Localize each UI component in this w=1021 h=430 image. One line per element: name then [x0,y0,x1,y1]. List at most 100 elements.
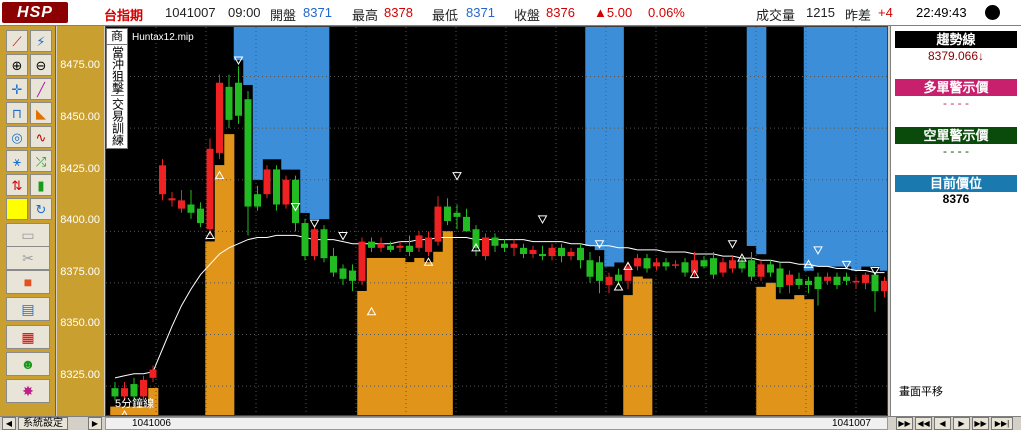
rewind-icon[interactable]: ◀◀ [915,417,932,430]
short-alert-value: - - - - [943,144,969,158]
pen-icon[interactable]: ◣ [30,102,52,124]
candle-body [814,276,822,290]
system-settings-button[interactable]: 系統設定 [18,417,68,430]
short-zone [594,27,605,251]
candle-body [520,247,527,255]
side-tabs: 商 當沖狙擊 交易訓練 [106,28,128,149]
candle-body [700,260,708,267]
zoom-out-icon[interactable]: ⊖ [30,54,52,76]
candle-body [615,274,622,281]
up-down-arrows-icon[interactable]: ⇅ [6,174,28,196]
short-zone [604,27,615,267]
candle-body [586,260,594,277]
symbol-name[interactable]: 台指期 [104,5,143,24]
candle-body [358,241,366,281]
scissors-icon[interactable]: ✂ [6,246,50,270]
close-icon[interactable] [985,5,1000,20]
candle-body [225,86,233,120]
scroll-left-icon[interactable]: ◀ [2,417,16,430]
refresh-icon[interactable]: ↻ [30,198,52,220]
long-zone [765,282,776,415]
line-tool-icon[interactable]: ╱ [30,78,52,100]
candle-body [368,241,375,248]
app-logo: HSP [2,2,68,23]
short-zone [870,27,881,267]
long-zone [623,295,634,415]
tab-trade-training[interactable]: 交易訓練 [111,96,125,148]
low-value: 8371 [466,5,495,20]
step-forward-icon[interactable]: ▶ [953,417,970,430]
candlestick-chart[interactable] [105,26,888,416]
quote-date: 1041007 [165,5,216,20]
candle-body [786,274,793,285]
end-date: 1041007 [832,418,871,429]
candle-body [805,280,812,285]
candle-body [463,216,470,232]
candle-body [301,223,309,257]
color-swatch-icon[interactable] [6,198,28,220]
cross-arrows-icon[interactable]: ⤮ [30,150,52,172]
quote-bar: HSP 台指期 1041007 09:00 開盤 8371 最高 8378 最低… [0,0,1021,26]
candle-body [235,82,242,116]
candle-body [558,247,565,257]
chart-grid-icon[interactable]: ⚹ [6,150,28,172]
y-tick: 8400.00 [60,214,100,226]
trendline-tool-icon[interactable]: ⟋ [6,30,28,52]
window-icon[interactable]: ▤ [6,297,50,321]
candle-body [425,237,432,252]
lock-icon[interactable]: ⊓ [6,102,28,124]
last-page-icon[interactable]: ▶▶| [991,417,1013,430]
short-zone [585,27,596,246]
candle-body [624,266,632,281]
short-zone [613,27,624,263]
candle-body [681,262,689,273]
tab-daytrade-sniper[interactable]: 當沖狙擊 [110,45,125,96]
long-zone [357,290,368,415]
crosshair-icon[interactable]: ✛ [6,78,28,100]
wave-tool-icon[interactable]: ∿ [30,126,52,148]
trend-value: 8379.066↓ [927,49,985,63]
folder-icon[interactable]: ▭ [6,223,50,247]
current-price-label: 目前價位 [895,175,1017,192]
fast-forward-icon[interactable]: ▶▶ [972,417,989,430]
indicator-filename: Huntax12.mip [132,32,194,43]
first-page-icon[interactable]: ▶▶ [896,417,913,430]
candle-body [159,165,166,195]
candle-body [852,280,860,283]
fibonacci-tool-icon[interactable]: ⚡ [30,30,52,52]
short-zone [300,27,311,213]
star-burst-icon[interactable]: ✸ [6,379,50,403]
long-zone [756,286,767,415]
y-tick: 8450.00 [60,111,100,123]
chart-canvas[interactable] [106,27,887,415]
candle-body [216,82,223,153]
pan-note: 畫面平移 [899,386,943,398]
candle-body [757,264,765,277]
candle-body [738,262,746,269]
price-axis: 8475.00 8450.00 8425.00 8400.00 8375.00 … [57,26,104,416]
short-zone [252,27,263,180]
step-back-icon[interactable]: ◀ [934,417,951,430]
candle-body [254,194,261,207]
candle-body [710,258,717,275]
scroll-right-icon[interactable]: ▶ [88,417,102,430]
candle-body [320,229,328,259]
tab-product[interactable]: 商 [107,29,127,45]
short-zone [803,27,814,271]
open-value: 8371 [303,5,332,20]
candle-body [311,229,318,257]
circle-tool-icon[interactable]: ◎ [6,126,28,148]
stop-icon[interactable]: ■ [6,270,50,294]
table-icon[interactable]: ▦ [6,325,50,349]
long-zone [395,257,406,415]
candle-body [406,245,413,252]
candle-type-icon[interactable]: ▮ [30,174,52,196]
candle-body [577,247,584,261]
diff-value: +4 [878,5,893,20]
candle-body [377,243,385,248]
candle-body [653,262,660,267]
time-scrollbar[interactable] [105,417,888,430]
people-icon[interactable]: ☻ [6,352,50,376]
zoom-in-icon[interactable]: ⊕ [6,54,28,76]
quote-time: 09:00 [228,5,261,20]
